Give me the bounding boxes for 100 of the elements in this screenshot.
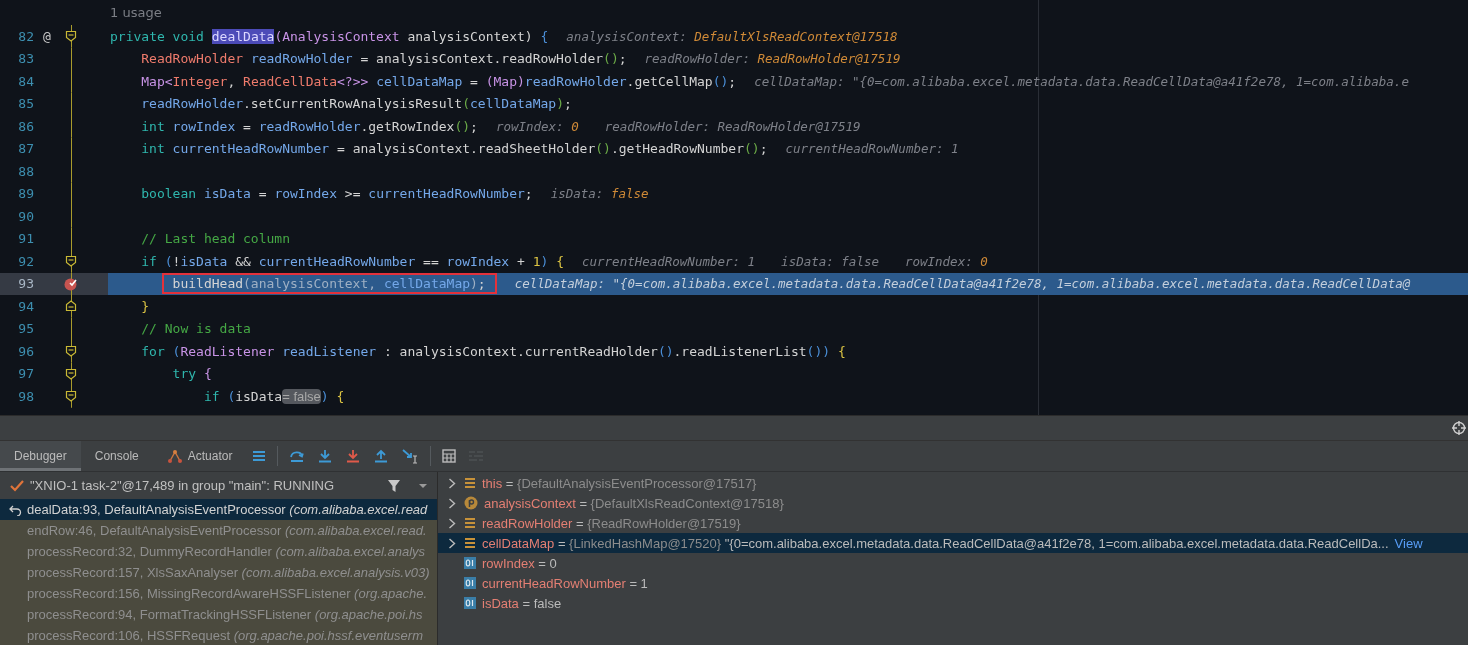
step-over-icon bbox=[289, 449, 306, 463]
inline-hint: readRowHolder: ReadRowHolder@17519 bbox=[644, 51, 901, 67]
crosshair-icon[interactable] bbox=[1452, 421, 1466, 435]
line-number: 94 bbox=[17, 298, 34, 314]
field-icon bbox=[464, 517, 476, 529]
expand-chevron-icon[interactable] bbox=[448, 477, 456, 489]
dropdown-caret-icon[interactable] bbox=[417, 481, 429, 490]
variable-entry: analysisContext = {DefaultXlsReadContext@17518} bbox=[484, 495, 784, 511]
code-line: // Last head column bbox=[141, 231, 290, 247]
variable-row[interactable]: this = {DefaultAnalysisEventProcessor@17517} bbox=[438, 473, 1468, 493]
stack-frame[interactable]: endRow:46, DefaultAnalysisEventProcessor (com.alibaba.excel.read. bbox=[0, 520, 437, 541]
line-number: 93 bbox=[17, 276, 34, 292]
expand-chevron-icon[interactable] bbox=[448, 537, 456, 549]
variable-row[interactable]: cellDataMap = {LinkedHashMap@17520} "{0=com.alibaba.excel.metadata.data.ReadCellData@a41f2e78, 1=com.alibaba.excel.metadata.data.ReadCellDa... View bbox=[438, 533, 1468, 553]
line-number: 91 bbox=[17, 231, 34, 247]
stack-frame[interactable]: processRecord:94, FormatTrackingHSSFListener (org.apache.poi.hs bbox=[0, 604, 437, 625]
line-number: 83 bbox=[17, 51, 34, 67]
stack-frame[interactable]: processRecord:32, DummyRecordHandler (com.alibaba.excel.analys bbox=[0, 541, 437, 562]
thread-selector[interactable]: "XNIO-1 task-2"@17,489 in group "main": RUNNING bbox=[30, 478, 381, 493]
fold-marker-icon[interactable] bbox=[65, 345, 77, 358]
line-number: 90 bbox=[17, 208, 34, 224]
code-line: private void dealData(AnalysisContext analysisContext) { bbox=[110, 28, 549, 44]
primitive-icon bbox=[464, 557, 476, 569]
inline-hint: rowIndex: 0 bbox=[495, 118, 579, 134]
primitive-icon bbox=[464, 577, 476, 589]
variable-row[interactable]: analysisContext = {DefaultXlsReadContext@17518} bbox=[438, 493, 1468, 513]
stack-frame[interactable]: processRecord:156, MissingRecordAwareHSSFListener (org.apache. bbox=[0, 583, 437, 604]
line-number: 88 bbox=[17, 163, 34, 179]
primitive-icon bbox=[464, 597, 476, 609]
force-step-into-icon bbox=[345, 449, 362, 463]
fold-marker-icon[interactable] bbox=[65, 300, 77, 313]
list-icon bbox=[252, 450, 267, 462]
code-line: } bbox=[141, 298, 150, 314]
view-link[interactable]: View bbox=[1394, 535, 1423, 551]
breakpoint-icon[interactable] bbox=[64, 276, 78, 291]
parameter-icon bbox=[464, 496, 478, 510]
line-number: 86 bbox=[17, 118, 34, 134]
override-marker[interactable]: @ bbox=[43, 28, 51, 44]
inline-hint: currentHeadRowNumber: 1 bbox=[785, 141, 959, 157]
calculator-icon bbox=[442, 449, 457, 463]
variable-row[interactable]: isData = false bbox=[438, 593, 1468, 613]
line-number: 92 bbox=[17, 253, 34, 269]
fold-marker-icon[interactable] bbox=[65, 367, 77, 380]
usage-hint[interactable]: 1 usage bbox=[110, 5, 162, 20]
code-line: int currentHeadRowNumber = analysisContext.readSheetHolder().getHeadRowNumber(); bbox=[141, 141, 768, 157]
run-to-cursor-icon bbox=[401, 448, 420, 464]
code-line: Map<Integer, ReadCellData<?>> cellDataMap = (Map)readRowHolder.getCellMap(); bbox=[141, 73, 737, 89]
variable-entry: this = {DefaultAnalysisEventProcessor@17517} bbox=[482, 475, 757, 491]
line-number: 89 bbox=[17, 186, 34, 202]
return-arrow-icon bbox=[9, 503, 22, 516]
code-line: if (isData= false) { bbox=[203, 388, 345, 404]
variable-entry: isData = false bbox=[482, 595, 562, 611]
variable-entry: rowIndex = 0 bbox=[482, 555, 557, 571]
variable-entry: currentHeadRowNumber = 1 bbox=[482, 575, 648, 591]
code-line: ReadRowHolder readRowHolder = analysisContext.readRowHolder(); bbox=[141, 51, 627, 67]
variable-entry: cellDataMap = {LinkedHashMap@17520} "{0=com.alibaba.excel.metadata.data.ReadCellData@a41f2e78, 1=com.alibaba.excel.metadata.data.ReadCellDa... bbox=[482, 535, 1389, 551]
panel-tab[interactable]: Actuator bbox=[152, 441, 247, 471]
inline-hint: isData: false bbox=[550, 186, 649, 202]
step-out-icon bbox=[373, 449, 390, 463]
code-line: readRowHolder.setCurrentRowAnalysisResult(cellDataMap); bbox=[141, 96, 572, 112]
fold-marker-icon[interactable] bbox=[65, 390, 77, 403]
stack-frame[interactable]: processRecord:157, XlsSaxAnalyser (com.alibaba.excel.analysis.v03) bbox=[0, 562, 437, 583]
step-into-icon bbox=[317, 449, 334, 463]
inline-hint: cellDataMap: "{0=com.alibaba.excel.metadata.data.ReadCellData@a41f2e78, 1=com.alibaba.excel.metadata.data.ReadCellData@ bbox=[514, 276, 1411, 292]
expand-chevron-icon[interactable] bbox=[448, 517, 456, 529]
code-line: boolean isData = rowIndex >= currentHeadRowNumber; bbox=[141, 186, 533, 202]
variable-row[interactable]: readRowHolder = {ReadRowHolder@17519} bbox=[438, 513, 1468, 533]
inline-hint: readRowHolder: ReadRowHolder@17519 bbox=[604, 118, 861, 134]
inline-hint: isData: false bbox=[781, 253, 879, 269]
line-number: 98 bbox=[17, 388, 34, 404]
check-icon bbox=[10, 479, 24, 492]
variable-row[interactable]: currentHeadRowNumber = 1 bbox=[438, 573, 1468, 593]
line-number: 85 bbox=[17, 96, 34, 112]
line-number: 97 bbox=[17, 366, 34, 382]
panel-tab[interactable]: Debugger bbox=[0, 441, 81, 471]
inline-hint: rowIndex: 0 bbox=[904, 253, 988, 269]
code-line: int rowIndex = readRowHolder.getRowIndex(); bbox=[141, 118, 478, 134]
variable-row[interactable]: rowIndex = 0 bbox=[438, 553, 1468, 573]
inline-hint: cellDataMap: "{0=com.alibaba.excel.metadata.data.ReadCellData@a41f2e78, 1=com.alibaba.e bbox=[754, 73, 1409, 89]
stack-frame[interactable]: dealData:93, DefaultAnalysisEventProcessor (com.alibaba.excel.read bbox=[0, 499, 437, 520]
fold-marker-icon[interactable] bbox=[65, 30, 77, 43]
code-line: if (!isData && currentHeadRowNumber == rowIndex + 1) { bbox=[141, 253, 564, 269]
line-number: 96 bbox=[17, 343, 34, 359]
code-line: // Now is data bbox=[141, 321, 251, 337]
line-number: 84 bbox=[17, 73, 34, 89]
node-graph-icon bbox=[166, 449, 183, 463]
variable-entry: readRowHolder = {ReadRowHolder@17519} bbox=[482, 515, 741, 531]
code-line: for (ReadListener readListener : analysisContext.currentReadHolder().readListenerList()) { bbox=[141, 343, 846, 359]
panel-tab[interactable]: Console bbox=[80, 441, 153, 471]
field-icon bbox=[464, 537, 476, 549]
line-number: 82 bbox=[17, 28, 34, 44]
field-icon bbox=[464, 477, 476, 489]
expand-chevron-icon[interactable] bbox=[448, 497, 456, 509]
filter-icon[interactable] bbox=[387, 478, 401, 493]
inline-hint: currentHeadRowNumber: 1 bbox=[582, 253, 756, 269]
fold-marker-icon[interactable] bbox=[65, 255, 77, 268]
line-number: 95 bbox=[17, 321, 34, 337]
stack-frame[interactable]: processRecord:106, HSSFRequest (org.apache.poi.hssf.eventuserm bbox=[0, 625, 437, 645]
line-number: 87 bbox=[17, 141, 34, 157]
code-line: try { bbox=[172, 366, 212, 382]
